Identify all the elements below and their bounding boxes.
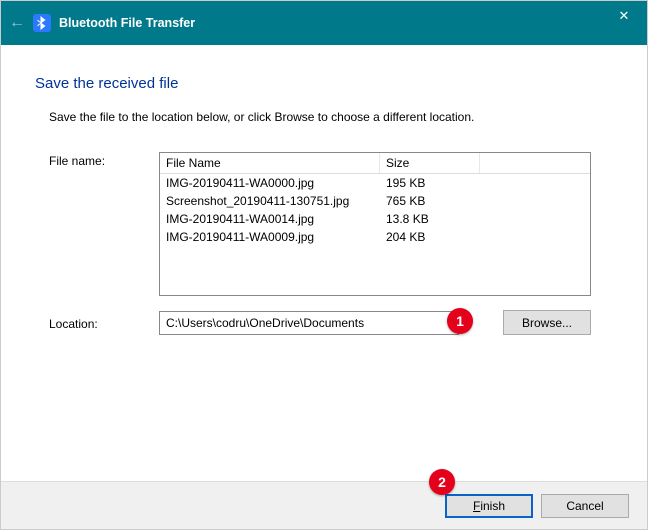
back-arrow-icon[interactable]: ← [1, 14, 33, 32]
cell-filename: IMG-20190411-WA0000.jpg [160, 174, 380, 192]
content-area: Save the received file Save the file to … [1, 45, 647, 335]
file-list-header: File Name Size [160, 153, 590, 174]
cell-size: 204 KB [380, 228, 480, 246]
table-row[interactable]: Screenshot_20190411-130751.jpg 765 KB [160, 192, 590, 210]
close-button[interactable]: ✕ [601, 1, 647, 31]
page-heading: Save the received file [35, 75, 613, 92]
column-header-size[interactable]: Size [380, 153, 480, 173]
cell-filename: IMG-20190411-WA0014.jpg [160, 210, 380, 228]
column-header-filename[interactable]: File Name [160, 153, 380, 173]
cell-filename: IMG-20190411-WA0009.jpg [160, 228, 380, 246]
annotation-marker-2: 2 [429, 469, 455, 495]
titlebar: ← Bluetooth File Transfer ✕ [1, 1, 647, 45]
cancel-button[interactable]: Cancel [541, 494, 629, 518]
footer: Finish Cancel [1, 481, 647, 529]
file-list[interactable]: File Name Size IMG-20190411-WA0000.jpg 1… [159, 152, 591, 296]
bluetooth-icon [33, 14, 51, 32]
window-title: Bluetooth File Transfer [59, 16, 195, 30]
instruction-text: Save the file to the location below, or … [49, 110, 613, 124]
cell-size: 195 KB [380, 174, 480, 192]
file-name-label: File name: [49, 152, 159, 168]
table-row[interactable]: IMG-20190411-WA0000.jpg 195 KB [160, 174, 590, 192]
table-row[interactable]: IMG-20190411-WA0014.jpg 13.8 KB [160, 210, 590, 228]
browse-button[interactable]: Browse... [503, 310, 591, 335]
cell-size: 13.8 KB [380, 210, 480, 228]
cell-size: 765 KB [380, 192, 480, 210]
location-input[interactable] [159, 311, 459, 335]
table-row[interactable]: IMG-20190411-WA0009.jpg 204 KB [160, 228, 590, 246]
location-label: Location: [49, 315, 159, 331]
annotation-marker-1: 1 [447, 308, 473, 334]
finish-button[interactable]: Finish [445, 494, 533, 518]
cell-filename: Screenshot_20190411-130751.jpg [160, 192, 380, 210]
